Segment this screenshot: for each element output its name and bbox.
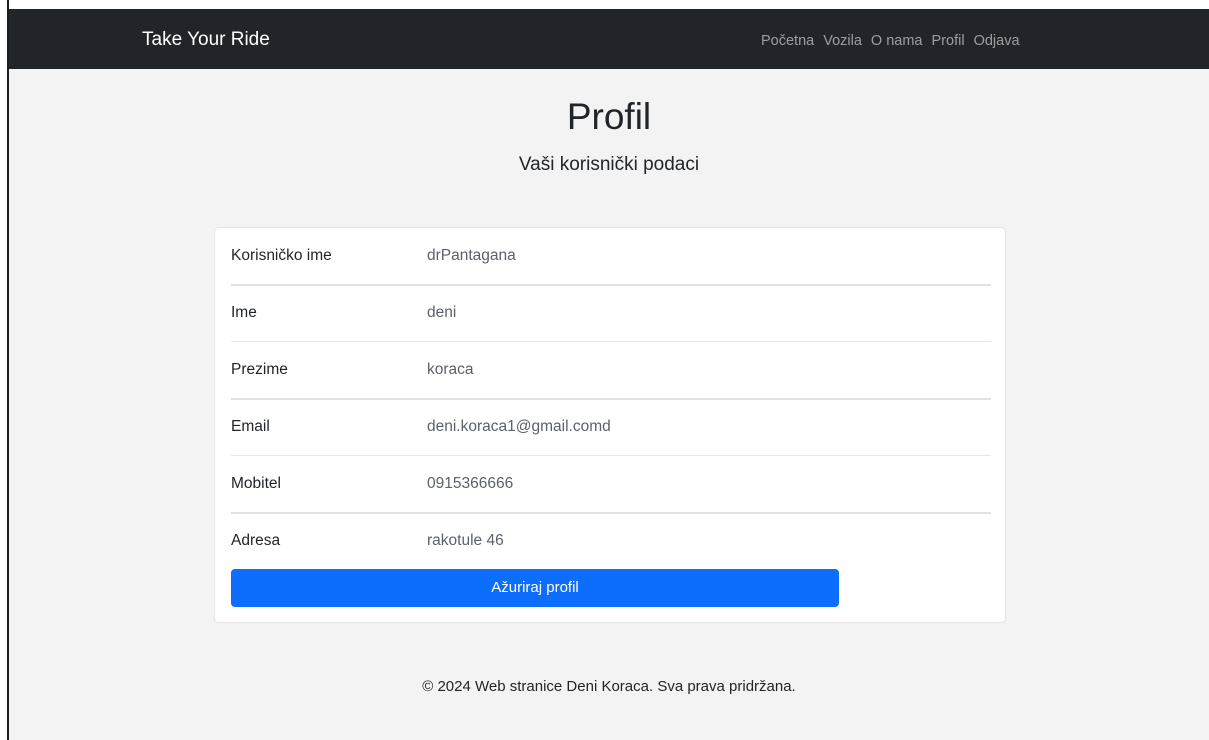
profile-card: Korisničko ime drPantagana Ime deni Prez… <box>214 227 1006 623</box>
profile-row-email: Email deni.koraca1@gmail.comd <box>231 399 991 456</box>
email-value: deni.koraca1@gmail.comd <box>427 418 611 435</box>
profile-row-username: Korisničko ime drPantagana <box>231 228 991 285</box>
nav-link-odjava[interactable]: Odjava <box>974 32 1020 50</box>
page-subtitle: Vaši korisnički podaci <box>518 154 700 175</box>
navbar: Take Your Ride Početna Vozila O nama Pro… <box>9 9 1209 69</box>
profile-row-first-name: Ime deni <box>231 285 991 342</box>
brand-link[interactable]: Take Your Ride <box>142 29 270 51</box>
phone-value: 0915366666 <box>427 475 514 492</box>
left-edge <box>0 0 9 740</box>
phone-label: Mobitel <box>231 475 281 492</box>
browser-viewport: Take Your Ride Početna Vozila O nama Pro… <box>0 0 1209 740</box>
update-profile-button[interactable]: Ažuriraj profil <box>231 569 839 607</box>
email-label: Email <box>231 418 270 435</box>
nav-link-profil[interactable]: Profil <box>932 32 965 50</box>
first-name-value: deni <box>427 304 457 321</box>
last-name-label: Prezime <box>231 361 288 378</box>
username-label: Korisničko ime <box>231 247 332 264</box>
username-value: drPantagana <box>427 247 516 264</box>
profile-row-last-name: Prezime koraca <box>231 342 991 399</box>
profile-row-phone: Mobitel 0915366666 <box>231 456 991 513</box>
page: Take Your Ride Početna Vozila O nama Pro… <box>9 9 1209 740</box>
nav-link-pocetna[interactable]: Početna <box>761 32 814 50</box>
top-edge <box>0 0 1209 9</box>
nav-link-o-nama[interactable]: O nama <box>871 32 923 50</box>
page-title: Profil <box>566 96 652 137</box>
last-name-value: koraca <box>427 361 474 378</box>
first-name-label: Ime <box>231 304 257 321</box>
address-value: rakotule 46 <box>427 532 504 549</box>
nav-link-vozila[interactable]: Vozila <box>823 32 862 50</box>
footer-text: © 2024 Web stranice Deni Koraca. Sva pra… <box>422 678 796 695</box>
profile-row-address: Adresa rakotule 46 <box>231 513 991 570</box>
nav-links: Početna Vozila O nama Profil Odjava <box>761 32 1029 50</box>
address-label: Adresa <box>231 532 281 549</box>
